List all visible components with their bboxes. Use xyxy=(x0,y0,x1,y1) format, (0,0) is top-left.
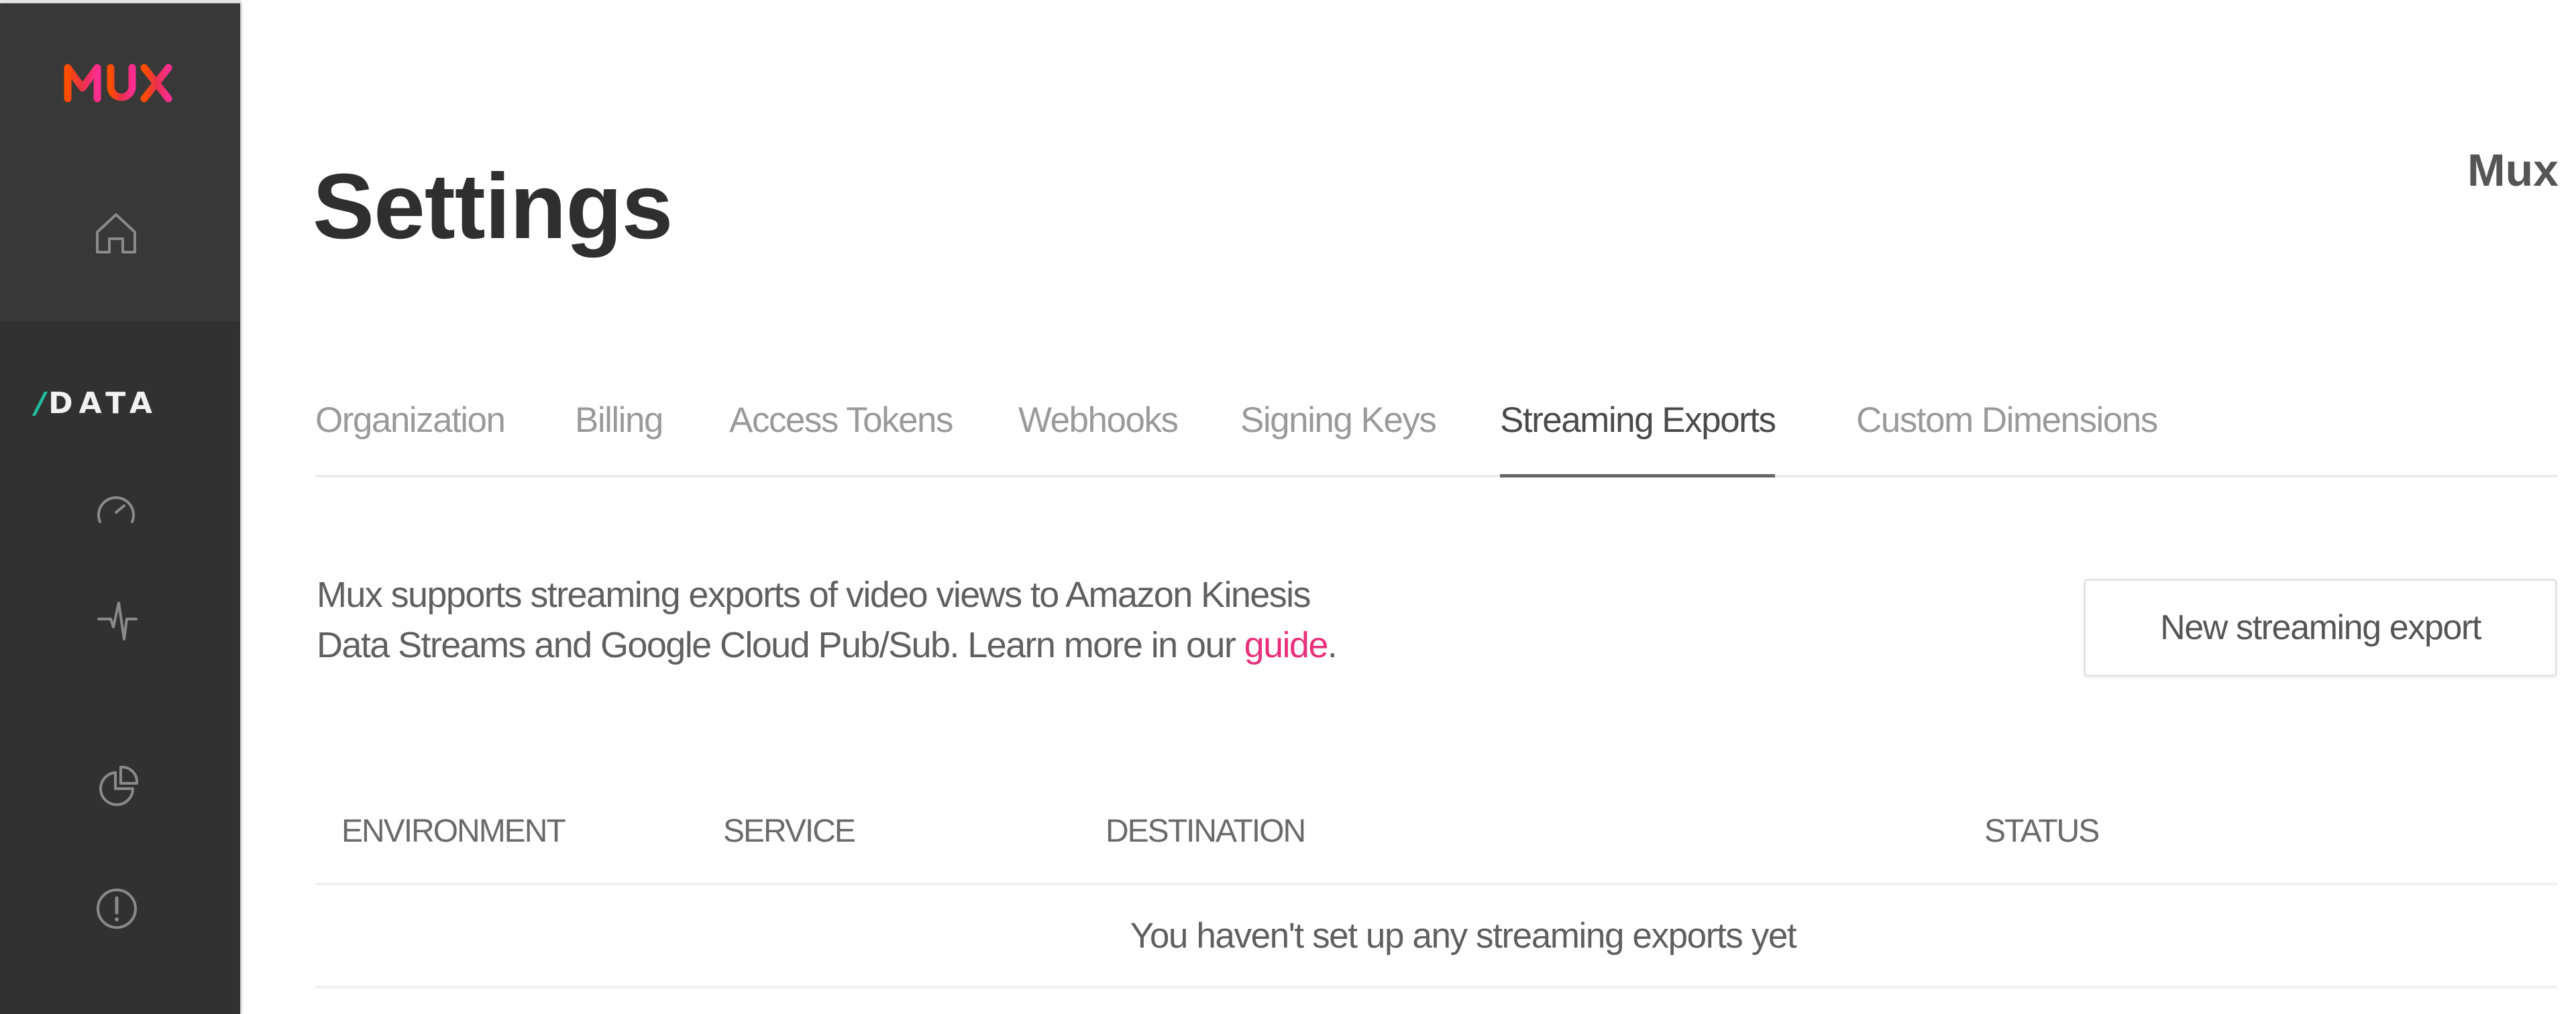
sidebar-top-section xyxy=(0,3,240,322)
tab-billing[interactable]: Billing xyxy=(575,396,663,475)
mux-logo[interactable] xyxy=(64,62,174,103)
tab-streaming-exports[interactable]: Streaming Exports xyxy=(1500,396,1776,477)
sidebar-item-monitoring[interactable] xyxy=(96,599,139,642)
page-title: Settings xyxy=(313,155,673,258)
column-header-environment[interactable]: ENVIRONMENT xyxy=(341,813,566,850)
app-root: /DATA Mux Settings Organization Billing … xyxy=(0,0,2576,1014)
gauge-icon xyxy=(97,496,135,523)
description-line-1: Mux supports streaming exports of video … xyxy=(317,575,1311,615)
table-header-row: ENVIRONMENT SERVICE DESTINATION STATUS xyxy=(315,785,2557,885)
description-end: . xyxy=(1327,625,1338,665)
pulse-icon xyxy=(97,602,138,640)
pie-chart-icon xyxy=(99,765,138,806)
org-name[interactable]: Mux xyxy=(2467,144,2559,197)
home-icon xyxy=(96,213,136,253)
product-slash: / xyxy=(35,386,49,420)
sidebar-item-breakdowns[interactable] xyxy=(95,765,138,807)
streaming-exports-description: Mux supports streaming exports of video … xyxy=(317,570,1457,671)
alert-circle-icon xyxy=(97,889,137,929)
sidebar: /DATA xyxy=(0,3,240,1014)
column-header-service[interactable]: SERVICE xyxy=(723,813,856,850)
empty-state-message: You haven't set up any streaming exports… xyxy=(1130,915,1797,956)
mux-logo-icon xyxy=(64,64,172,103)
tab-access-tokens[interactable]: Access Tokens xyxy=(729,396,954,475)
tab-webhooks[interactable]: Webhooks xyxy=(1018,396,1179,475)
settings-tabs: Organization Billing Access Tokens Webho… xyxy=(315,396,2557,477)
product-label[interactable]: /DATA xyxy=(35,387,158,420)
column-header-destination[interactable]: DESTINATION xyxy=(1106,813,1306,850)
sidebar-item-metrics[interactable] xyxy=(95,488,138,531)
sidebar-item-home[interactable] xyxy=(95,212,138,255)
guide-link[interactable]: guide xyxy=(1244,625,1329,665)
description-line-2: Data Streams and Google Cloud Pub/Sub. L… xyxy=(317,625,1244,665)
tab-organization[interactable]: Organization xyxy=(315,396,506,475)
column-header-status[interactable]: STATUS xyxy=(1984,813,2100,850)
product-name: DATA xyxy=(48,386,158,420)
tab-signing-keys[interactable]: Signing Keys xyxy=(1240,396,1437,475)
streaming-exports-table: ENVIRONMENT SERVICE DESTINATION STATUS Y… xyxy=(315,785,2557,989)
sidebar-item-errors[interactable] xyxy=(95,887,138,930)
table-empty-row: You haven't set up any streaming exports… xyxy=(315,885,2557,989)
new-streaming-export-button[interactable]: New streaming export xyxy=(2084,579,2557,677)
tab-custom-dimensions[interactable]: Custom Dimensions xyxy=(1856,396,2158,475)
